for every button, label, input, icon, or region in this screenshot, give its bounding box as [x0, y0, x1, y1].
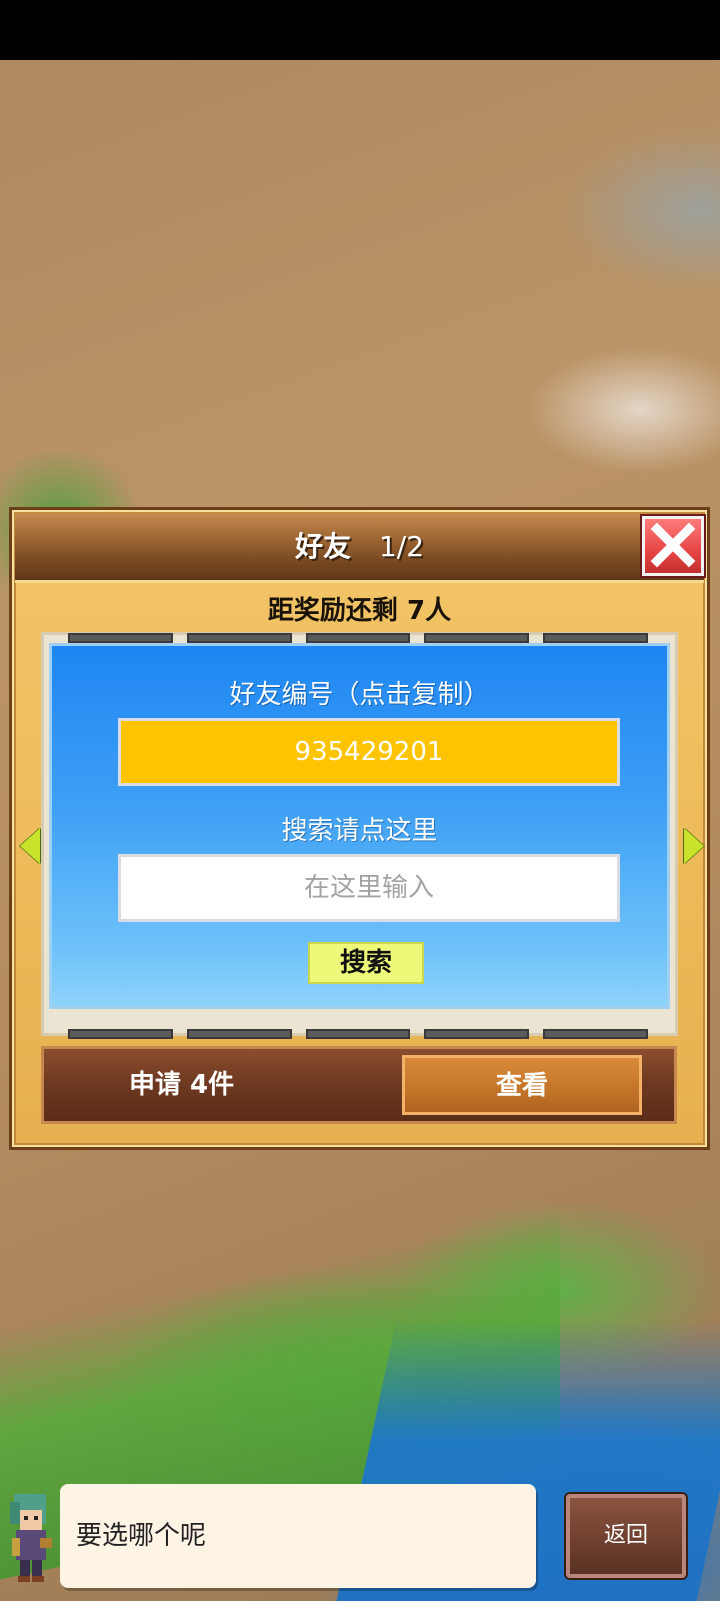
frame-tab: [68, 1029, 173, 1039]
frame-tabs-bottom: [68, 1029, 648, 1039]
speech-bubble: 要选哪个呢: [60, 1484, 536, 1588]
inner-frame: 好友编号（点击复制） 935429201 搜索请点这里 搜索: [41, 632, 678, 1039]
frame-tab: [543, 1029, 648, 1039]
arrow-left-icon[interactable]: [20, 828, 40, 864]
frame-tab: [305, 633, 411, 643]
frame-tab: [186, 1029, 292, 1039]
character-avatar: [10, 1494, 52, 1582]
page-indicator: 1/2: [378, 530, 425, 563]
frame-tab: [424, 633, 530, 643]
frame-tab: [68, 633, 173, 643]
requests-count-text: 申请 4件: [129, 1070, 235, 1100]
dialog-header: 好友 1/2: [15, 513, 704, 583]
dialog-title-text: 好友: [294, 530, 351, 563]
friend-code-label: 好友编号（点击复制）: [229, 680, 490, 710]
close-button[interactable]: [642, 516, 704, 576]
close-icon: [650, 522, 696, 568]
frame-tab: [186, 633, 292, 643]
frame-tab: [543, 633, 648, 643]
frame-tab: [305, 1029, 411, 1039]
friend-search-panel: 好友编号（点击复制） 935429201 搜索请点这里 搜索: [49, 643, 670, 1009]
search-button[interactable]: 搜索: [308, 942, 424, 984]
friend-code-copy-box[interactable]: 935429201: [118, 718, 620, 786]
back-button[interactable]: 返回: [566, 1494, 686, 1578]
search-label: 搜索请点这里: [281, 816, 438, 846]
dialog-title: 好友 1/2: [15, 513, 704, 580]
speech-text: 要选哪个呢: [76, 1521, 207, 1551]
reward-remaining-text: 距奖励还剩 7人: [267, 596, 452, 626]
frame-tabs-top: [68, 633, 648, 643]
view-requests-button[interactable]: 查看: [402, 1055, 642, 1115]
arrow-right-icon[interactable]: [684, 828, 704, 864]
frame-tab: [424, 1029, 530, 1039]
requests-bar: 申请 4件 查看: [41, 1046, 677, 1124]
friends-dialog: 好友 1/2 距奖励还剩 7人 好友编号（点击复制） 935429201 搜索请点…: [9, 507, 710, 1150]
status-bar: [0, 0, 720, 60]
search-input[interactable]: [118, 854, 620, 922]
